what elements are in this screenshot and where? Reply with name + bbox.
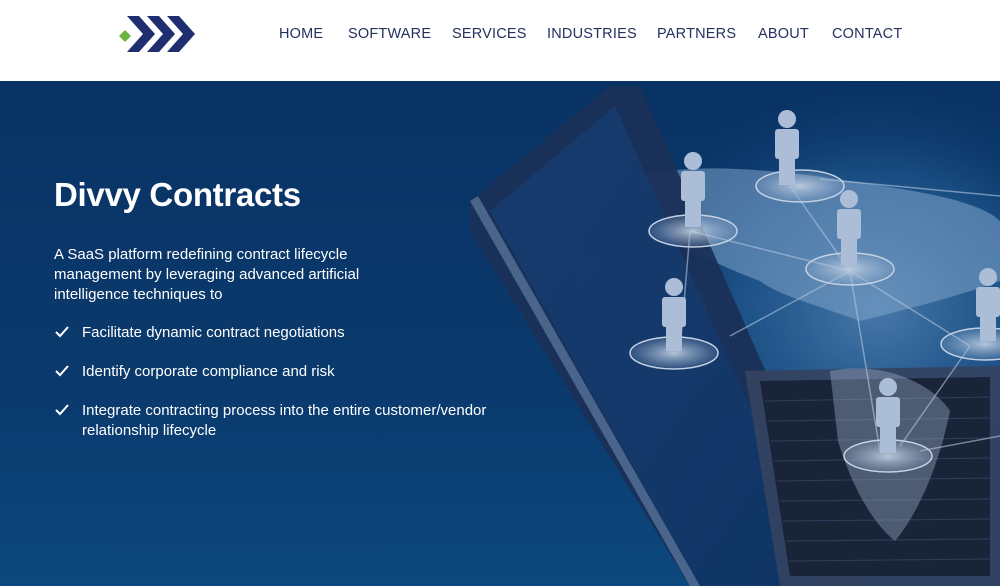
nav-contact[interactable]: CONTACT bbox=[832, 26, 902, 42]
feature-item: Facilitate dynamic contract negotiations bbox=[54, 323, 524, 343]
nav-partners[interactable]: PARTNERS bbox=[657, 26, 736, 42]
check-icon bbox=[55, 326, 69, 338]
site-header: HOME SOFTWARE SERVICES INDUSTRIES PARTNE… bbox=[0, 0, 1000, 81]
check-icon bbox=[55, 404, 69, 416]
hero-title: Divvy Contracts bbox=[54, 176, 301, 213]
feature-item: Identify corporate compliance and risk bbox=[54, 362, 524, 382]
check-icon bbox=[55, 365, 69, 377]
feature-item: Integrate contracting process into the e… bbox=[54, 401, 524, 441]
nav-industries[interactable]: INDUSTRIES bbox=[547, 26, 637, 42]
nav-home[interactable]: HOME bbox=[279, 26, 323, 42]
nav-software[interactable]: SOFTWARE bbox=[348, 26, 431, 42]
feature-text: Identify corporate compliance and risk bbox=[82, 363, 335, 380]
feature-text: Facilitate dynamic contract negotiations bbox=[82, 324, 345, 341]
feature-text: Integrate contracting process into the e… bbox=[82, 402, 487, 439]
nav-services[interactable]: SERVICES bbox=[452, 26, 527, 42]
feature-list: Facilitate dynamic contract negotiations… bbox=[54, 323, 524, 460]
nav-about[interactable]: ABOUT bbox=[758, 26, 809, 42]
hero-section: Divvy Contracts A SaaS platform redefini… bbox=[0, 81, 1000, 586]
main-nav: HOME SOFTWARE SERVICES INDUSTRIES PARTNE… bbox=[0, 26, 1000, 46]
hero-description: A SaaS platform redefining contract life… bbox=[54, 246, 360, 303]
